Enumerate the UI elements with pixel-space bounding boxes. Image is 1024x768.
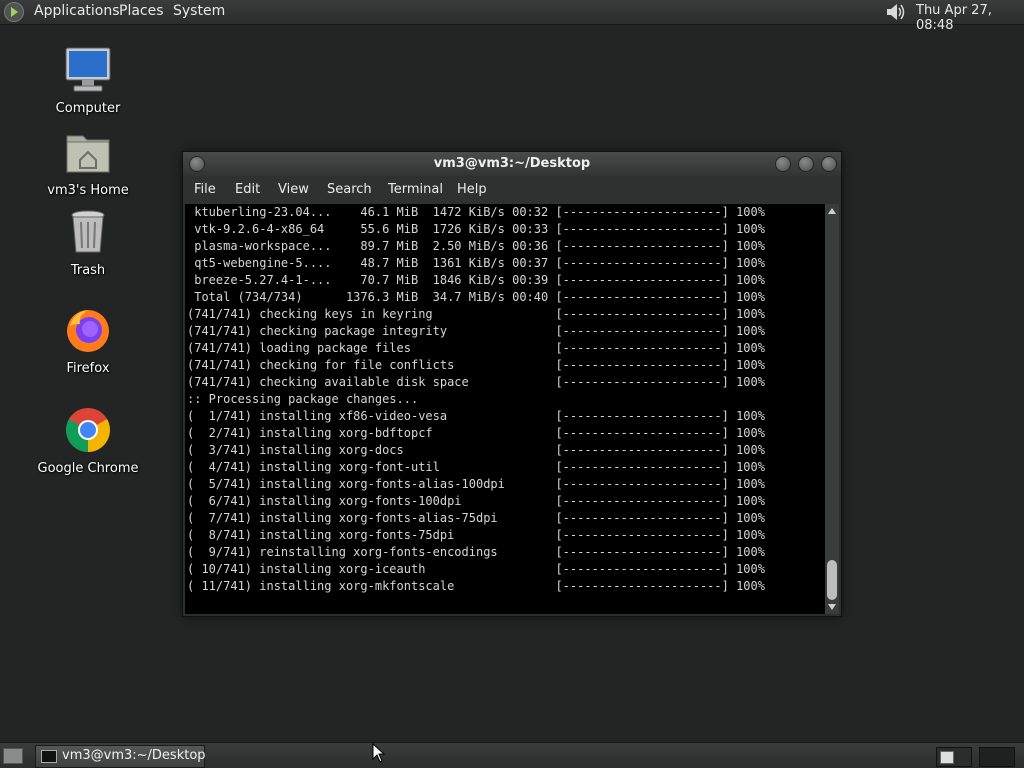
terminal-line: :: Processing package changes... [187, 392, 419, 406]
top-panel: Applications Places System Thu Apr 27, 0… [0, 0, 1024, 33]
terminal-line: ( 10/741) installing xorg-iceauth [-----… [187, 562, 765, 576]
menu-edit[interactable]: Edit [235, 182, 260, 197]
terminal-line: ( 11/741) installing xorg-mkfontscale [-… [187, 579, 765, 593]
speaker-icon[interactable] [884, 2, 908, 22]
terminal-line: ( 5/741) installing xorg-fonts-alias-100… [187, 477, 765, 491]
terminal-line: plasma-workspace... 89.7 MiB 2.50 MiB/s … [187, 239, 765, 253]
desktop-icon-chrome[interactable]: Google Chrome [28, 406, 148, 476]
workspace-2[interactable] [979, 747, 1015, 767]
show-desktop-icon[interactable] [3, 748, 23, 764]
taskbar-button-label: vm3@vm3:~/Desktop [62, 748, 206, 763]
menu-places[interactable]: Places [119, 3, 164, 19]
minimize-button[interactable] [775, 156, 791, 172]
terminal-output[interactable]: ktuberling-23.04... 46.1 MiB 1472 KiB/s … [185, 204, 825, 614]
window-titlebar[interactable]: vm3@vm3:~/Desktop [183, 152, 841, 176]
terminal-line: (741/741) checking available disk space … [187, 375, 765, 389]
mouse-pointer-icon [372, 743, 386, 763]
desktop-icon-label: vm3's Home [47, 183, 129, 198]
terminal-line: ( 6/741) installing xorg-fonts-100dpi [-… [187, 494, 765, 508]
terminal-line: vtk-9.2.6-4-x86_64 55.6 MiB 1726 KiB/s 0… [187, 222, 765, 236]
terminal-line: ( 7/741) installing xorg-fonts-alias-75d… [187, 511, 765, 525]
desktop-icon-trash[interactable]: Trash [28, 208, 148, 278]
chrome-icon [66, 408, 110, 452]
desktop-icon-computer[interactable]: Computer [28, 46, 148, 116]
terminal-line: Total (734/734) 1376.3 MiB 34.7 MiB/s 00… [187, 290, 765, 304]
desktop-icon-label: Google Chrome [37, 461, 139, 476]
bottom-panel: vm3@vm3:~/Desktop [0, 742, 1024, 768]
taskbar-terminal-button[interactable]: vm3@vm3:~/Desktop [35, 745, 206, 768]
terminal-line: ( 9/741) reinstalling xorg-fonts-encodin… [187, 545, 765, 559]
terminal-line: ( 2/741) installing xorg-bdftopcf [-----… [187, 426, 765, 440]
scrollbar-thumb[interactable] [827, 560, 837, 600]
close-button[interactable] [821, 156, 837, 172]
terminal-icon [41, 750, 57, 763]
window-title: vm3@vm3:~/Desktop [433, 156, 591, 171]
terminal-line: ( 3/741) installing xorg-docs [---------… [187, 443, 765, 457]
terminal-line: qt5-webengine-5.... 48.7 MiB 1361 KiB/s … [187, 256, 765, 270]
firefox-icon [67, 310, 109, 352]
workspace-1[interactable] [936, 747, 972, 767]
desktop-icon-label: Firefox [66, 361, 110, 376]
maximize-button[interactable] [798, 156, 814, 172]
desktop-icon-label: Trash [70, 263, 106, 278]
terminal-line: ( 8/741) installing xorg-fonts-75dpi [--… [187, 528, 765, 542]
desktop-icon-home[interactable]: vm3's Home [28, 128, 148, 198]
terminal-line: breeze-5.27.4-1-... 70.7 MiB 1846 KiB/s … [187, 273, 765, 287]
scroll-up-icon[interactable] [828, 208, 836, 214]
terminal-line: (741/741) checking keys in keyring [----… [187, 307, 765, 321]
home-folder-icon [66, 135, 110, 173]
terminal-window[interactable]: vm3@vm3:~/Desktop File Edit View Search … [182, 151, 842, 617]
menu-search[interactable]: Search [327, 182, 372, 197]
menu-terminal[interactable]: Terminal [388, 182, 443, 197]
trash-icon [71, 210, 105, 253]
desktop-icon-firefox[interactable]: Firefox [28, 306, 148, 376]
distro-logo-icon[interactable] [4, 2, 24, 22]
clock[interactable]: Thu Apr 27, 08:48 [916, 3, 1024, 33]
terminal-line: ( 1/741) installing xf86-video-vesa [---… [187, 409, 765, 423]
computer-icon [65, 47, 111, 92]
menu-file[interactable]: File [194, 182, 216, 197]
menu-help[interactable]: Help [457, 182, 487, 197]
terminal-line: ktuberling-23.04... 46.1 MiB 1472 KiB/s … [187, 205, 765, 219]
terminal-line: ( 4/741) installing xorg-font-util [----… [187, 460, 765, 474]
desktop-icon-label: Computer [55, 101, 121, 116]
workspace-window-icon [940, 751, 954, 764]
terminal-scrollbar[interactable] [825, 204, 839, 614]
menu-system[interactable]: System [173, 3, 225, 19]
menu-applications[interactable]: Applications [34, 3, 120, 19]
terminal-menubar: File Edit View Search Terminal Help [183, 176, 841, 204]
menu-view[interactable]: View [278, 182, 309, 197]
terminal-line: (741/741) checking for file conflicts [-… [187, 358, 765, 372]
terminal-line: (741/741) loading package files [-------… [187, 341, 765, 355]
scroll-down-icon[interactable] [828, 604, 836, 610]
terminal-line: (741/741) checking package integrity [--… [187, 324, 765, 338]
